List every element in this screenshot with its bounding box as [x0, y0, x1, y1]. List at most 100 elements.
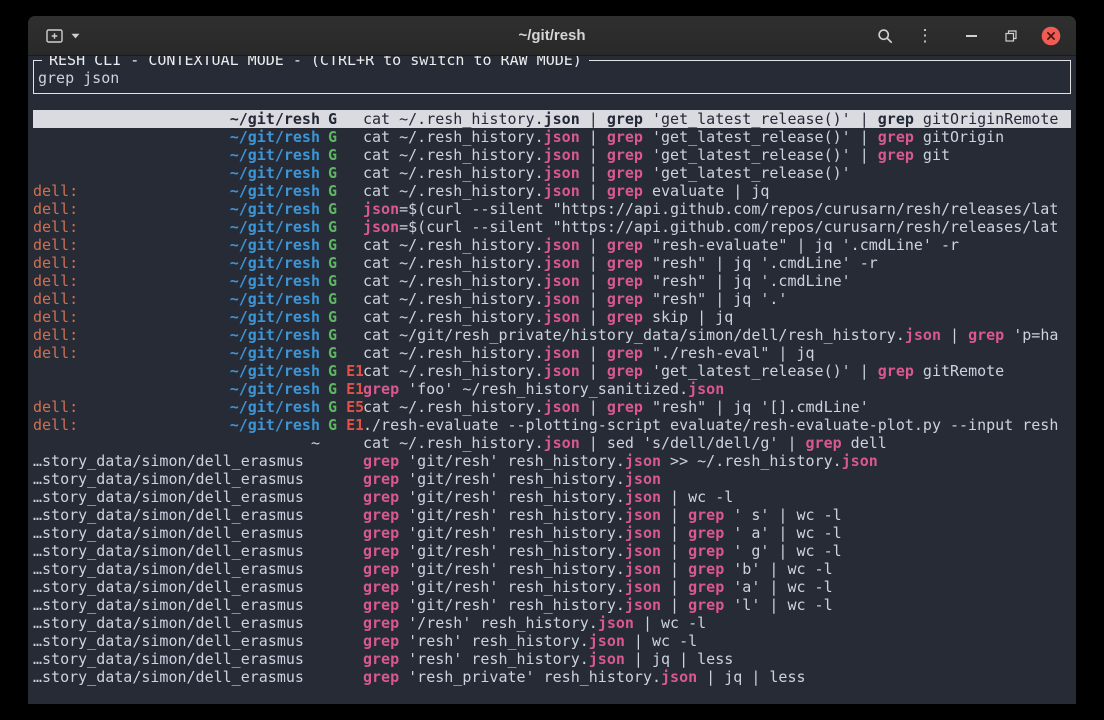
history-row[interactable]: ~/git/resh G E1 cat ~/.resh_history.json…: [33, 362, 1071, 380]
restore-button[interactable]: [998, 23, 1024, 49]
row-command: grep 'git/resh' resh_history.json | wc -…: [363, 488, 1071, 506]
history-row[interactable]: dell: ~/git/resh G cat ~/git/resh_privat…: [33, 326, 1071, 344]
history-row[interactable]: …story_data/simon/dell_erasmus grep 'git…: [33, 578, 1071, 596]
row-dir: ~/git/resh: [230, 254, 320, 272]
row-dir: …story_data/simon/dell_erasmus: [33, 524, 304, 542]
history-row[interactable]: dell: ~/git/resh G json=$(curl --silent …: [33, 218, 1071, 236]
close-icon: [1041, 26, 1061, 46]
row-command: grep 'resh' resh_history.json | jq | les…: [363, 650, 1071, 668]
row-command: cat ~/.resh_history.json | grep "resh" |…: [363, 398, 1071, 416]
history-row[interactable]: dell: ~/git/resh G cat ~/.resh_history.j…: [33, 290, 1071, 308]
history-row[interactable]: …story_data/simon/dell_erasmus grep 'res…: [33, 668, 1071, 686]
row-dir: ~/git/resh: [230, 200, 320, 218]
history-row[interactable]: …story_data/simon/dell_erasmus grep 'git…: [33, 596, 1071, 614]
history-row[interactable]: …story_data/simon/dell_erasmus grep '/re…: [33, 614, 1071, 632]
row-host: dell:: [33, 236, 78, 254]
history-row[interactable]: dell: ~/git/resh G E5 cat ~/.resh_histor…: [33, 398, 1071, 416]
menu-button[interactable]: ⋮: [912, 23, 938, 49]
history-row[interactable]: ~/git/resh G cat ~/.resh_history.json | …: [33, 110, 1071, 128]
history-list: ~/git/resh G cat ~/.resh_history.json | …: [33, 110, 1071, 686]
history-row[interactable]: ~/git/resh G cat ~/.resh_history.json | …: [33, 146, 1071, 164]
row-flags: [320, 524, 363, 542]
row-dir: ~/git/resh: [230, 362, 320, 380]
row-flags: [320, 470, 363, 488]
history-row[interactable]: …story_data/simon/dell_erasmus grep 'git…: [33, 560, 1071, 578]
history-row[interactable]: …story_data/simon/dell_erasmus grep 'git…: [33, 542, 1071, 560]
history-row[interactable]: dell: ~/git/resh G cat ~/.resh_history.j…: [33, 182, 1071, 200]
titlebar: ~/git/resh ⋮: [28, 16, 1076, 56]
row-command: grep 'resh_private' resh_history.json | …: [363, 668, 1071, 686]
row-flags: G: [320, 254, 363, 272]
row-flags: G: [320, 218, 363, 236]
row-command: grep 'foo' ~/resh_history_sanitized.json: [363, 380, 1071, 398]
row-dir: ~/git/resh: [230, 146, 320, 164]
row-dir: ~/git/resh: [230, 380, 320, 398]
close-button[interactable]: [1038, 23, 1064, 49]
kebab-menu-icon: ⋮: [917, 27, 934, 44]
history-row[interactable]: ~ cat ~/.resh_history.json | sed 's/dell…: [33, 434, 1071, 452]
row-dir: ~/git/resh: [230, 290, 320, 308]
history-row[interactable]: dell: ~/git/resh G cat ~/.resh_history.j…: [33, 344, 1071, 362]
history-row[interactable]: ~/git/resh G cat ~/.resh_history.json | …: [33, 164, 1071, 182]
history-row[interactable]: dell: ~/git/resh G cat ~/.resh_history.j…: [33, 272, 1071, 290]
row-command: cat ~/.resh_history.json | grep 'get_lat…: [363, 110, 1071, 128]
history-row[interactable]: dell: ~/git/resh G E1 ./resh-evaluate --…: [33, 416, 1071, 434]
history-row[interactable]: …story_data/simon/dell_erasmus grep 'git…: [33, 452, 1071, 470]
row-flags: G E1: [320, 380, 363, 398]
row-flags: [320, 614, 363, 632]
history-row[interactable]: …story_data/simon/dell_erasmus grep 'git…: [33, 470, 1071, 488]
row-host: dell:: [33, 218, 78, 236]
history-row[interactable]: dell: ~/git/resh G cat ~/.resh_history.j…: [33, 236, 1071, 254]
row-dir: ~/git/resh: [230, 110, 320, 128]
history-row[interactable]: ~/git/resh G cat ~/.resh_history.json | …: [33, 128, 1071, 146]
row-command: cat ~/.resh_history.json | grep 'get_lat…: [363, 164, 1071, 182]
row-command: cat ~/.resh_history.json | grep "./resh-…: [363, 344, 1071, 362]
new-terminal-button[interactable]: [40, 24, 86, 47]
row-dir: ~/git/resh: [230, 218, 320, 236]
query-input[interactable]: grep json: [38, 69, 1066, 87]
history-row[interactable]: …story_data/simon/dell_erasmus grep 'res…: [33, 650, 1071, 668]
row-dir: ~/git/resh: [230, 182, 320, 200]
row-flags: G E1: [320, 362, 363, 380]
row-flags: G: [320, 182, 363, 200]
row-host: dell:: [33, 182, 78, 200]
history-row[interactable]: dell: ~/git/resh G cat ~/.resh_history.j…: [33, 308, 1071, 326]
history-row[interactable]: …story_data/simon/dell_erasmus grep 'git…: [33, 506, 1071, 524]
row-dir: …story_data/simon/dell_erasmus: [33, 614, 304, 632]
row-command: cat ~/.resh_history.json | grep "resh-ev…: [363, 236, 1071, 254]
row-dir: …story_data/simon/dell_erasmus: [33, 452, 304, 470]
row-dir: …story_data/simon/dell_erasmus: [33, 578, 304, 596]
row-flags: G: [320, 236, 363, 254]
row-command: grep 'git/resh' resh_history.json | grep…: [363, 524, 1071, 542]
row-command: cat ~/.resh_history.json | grep "resh" |…: [363, 254, 1071, 272]
row-command: cat ~/git/resh_private/history_data/simo…: [363, 326, 1071, 344]
history-row[interactable]: …story_data/simon/dell_erasmus grep 'git…: [33, 524, 1071, 542]
minimize-button[interactable]: [958, 23, 984, 49]
row-command: ./resh-evaluate --plotting-script evalua…: [363, 416, 1071, 434]
row-command: grep 'git/resh' resh_history.json | grep…: [363, 560, 1071, 578]
tab-new-icon: [46, 28, 63, 43]
history-row[interactable]: ~/git/resh G E1 grep 'foo' ~/resh_histor…: [33, 380, 1071, 398]
search-button[interactable]: [872, 23, 898, 49]
row-command: grep 'git/resh' resh_history.json: [363, 470, 1071, 488]
row-host: dell:: [33, 308, 78, 326]
terminal-content: RESH CLI - CONTEXTUAL MODE - (CTRL+R to …: [28, 56, 1076, 704]
terminal-window: ~/git/resh ⋮: [28, 16, 1076, 704]
history-row[interactable]: …story_data/simon/dell_erasmus grep 'res…: [33, 632, 1071, 650]
row-dir: ~/git/resh: [230, 236, 320, 254]
row-flags: [320, 560, 363, 578]
row-dir: …story_data/simon/dell_erasmus: [33, 668, 304, 686]
row-flags: G: [320, 344, 363, 362]
row-flags: [320, 434, 363, 452]
history-row[interactable]: dell: ~/git/resh G cat ~/.resh_history.j…: [33, 254, 1071, 272]
row-command: grep 'git/resh' resh_history.json >> ~/.…: [363, 452, 1071, 470]
row-host: dell:: [33, 344, 78, 362]
row-command: cat ~/.resh_history.json | grep 'get_lat…: [363, 362, 1071, 380]
row-command: grep 'git/resh' resh_history.json | grep…: [363, 542, 1071, 560]
history-row[interactable]: dell: ~/git/resh G json=$(curl --silent …: [33, 200, 1071, 218]
row-command: json=$(curl --silent "https://api.github…: [363, 218, 1071, 236]
row-flags: [320, 578, 363, 596]
history-row[interactable]: …story_data/simon/dell_erasmus grep 'git…: [33, 488, 1071, 506]
row-flags: [320, 650, 363, 668]
row-dir: …story_data/simon/dell_erasmus: [33, 632, 304, 650]
